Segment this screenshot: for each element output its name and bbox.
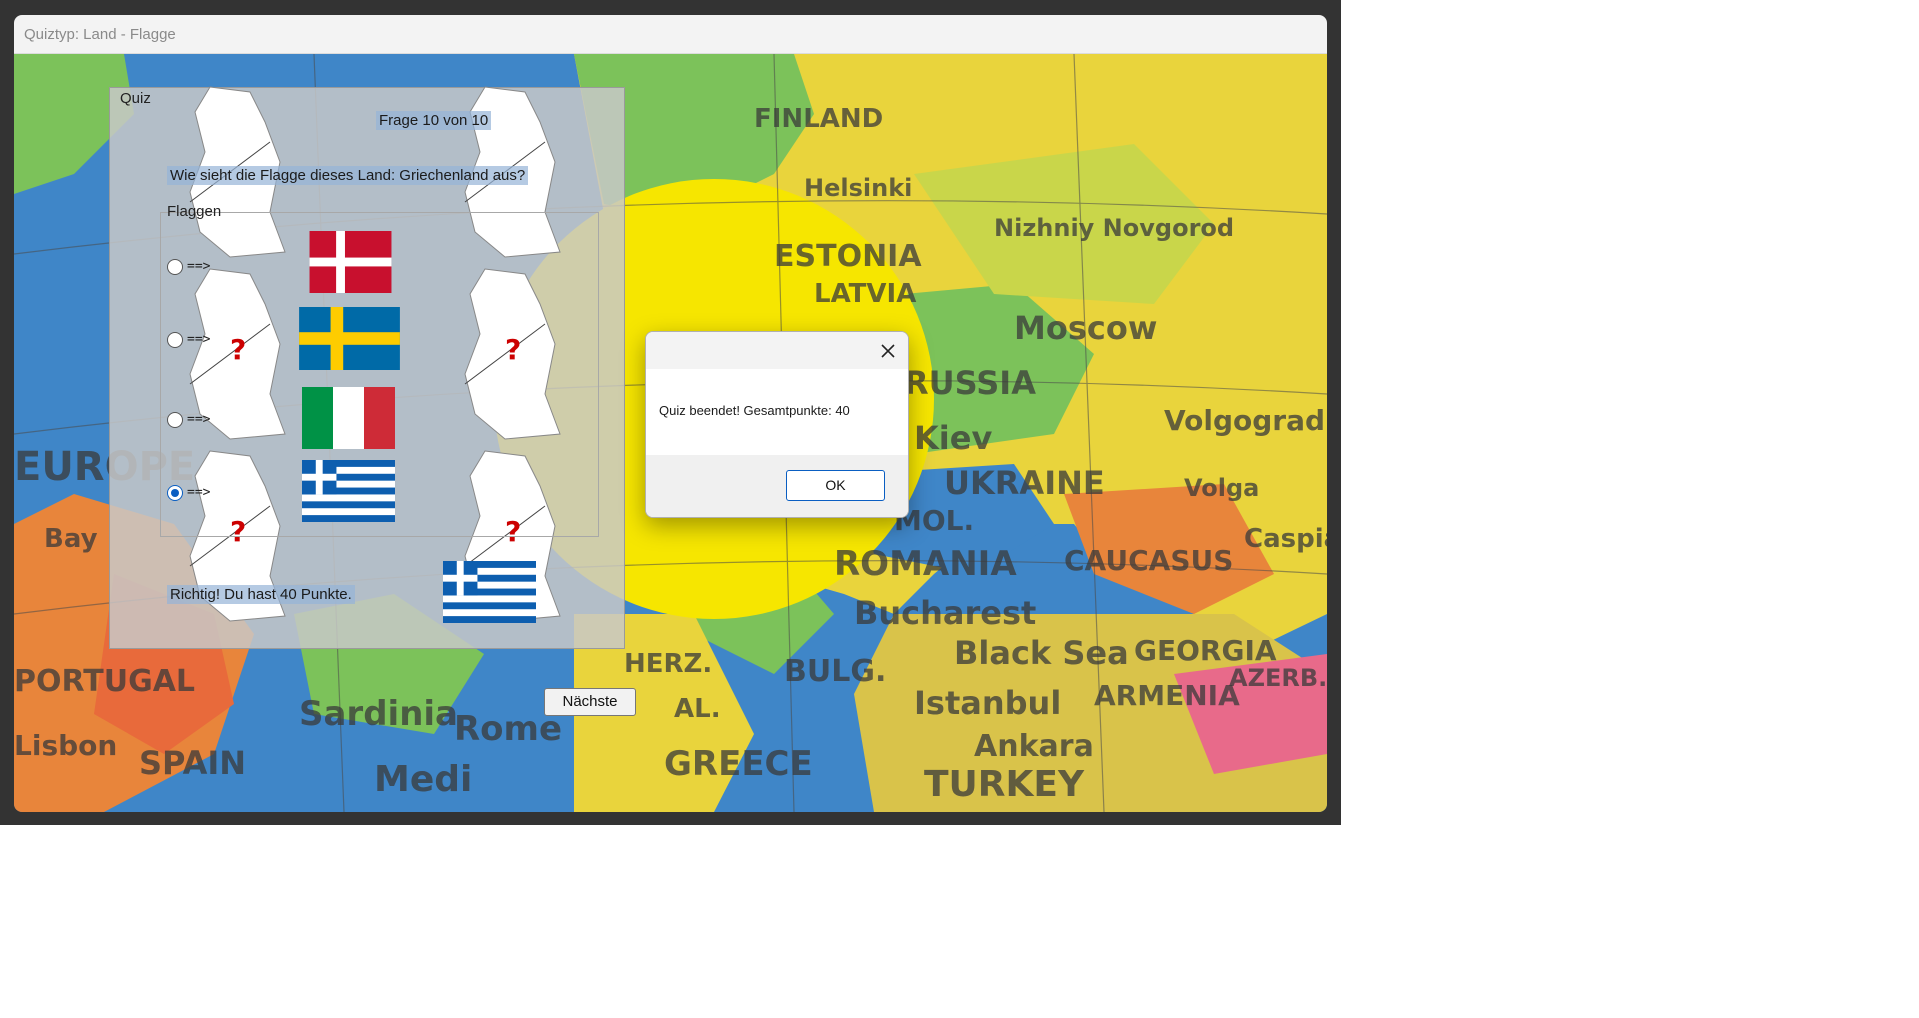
- ok-button[interactable]: OK: [786, 470, 885, 501]
- close-icon[interactable]: [880, 343, 896, 359]
- map-label: Bay: [44, 524, 98, 554]
- question-text: Wie sieht die Flagge dieses Land: Griech…: [167, 166, 529, 185]
- map-label: Sardinia: [299, 694, 458, 734]
- italy-flag-icon[interactable]: [302, 387, 395, 449]
- map-label: HERZ.: [624, 649, 713, 679]
- map-label: Moscow: [1014, 309, 1158, 347]
- feedback-text: Richtig! Du hast 40 Punkte.: [167, 585, 355, 604]
- window-title: Quiztyp: Land - Flagge: [24, 26, 176, 43]
- dialog-message: Quiz beendet! Gesamtpunkte: 40: [659, 403, 850, 418]
- map-label: Volgograd: [1164, 404, 1326, 437]
- next-button[interactable]: Nächste: [544, 688, 636, 716]
- flag-options-label: Flaggen: [167, 203, 222, 220]
- quiz-group-title: Quiz: [120, 90, 151, 107]
- map-label: Helsinki: [804, 174, 913, 202]
- map-label: ESTONIA: [774, 239, 922, 274]
- option-radio-sweden[interactable]: [167, 332, 183, 348]
- option-radio-italy[interactable]: [167, 412, 183, 428]
- map-label: CAUCASUS: [1064, 544, 1234, 577]
- map-label: Nizhniy Novgorod: [994, 214, 1235, 242]
- map-label: RUSSIA: [904, 364, 1036, 402]
- map-label: AL.: [674, 694, 721, 724]
- map-label: PORTUGAL: [14, 664, 196, 699]
- map-label: TURKEY: [924, 764, 1085, 805]
- map-label: Ankara: [974, 729, 1094, 764]
- option-radio-denmark[interactable]: [167, 259, 183, 275]
- option-radio-greece[interactable]: [167, 485, 183, 501]
- denmark-flag-icon[interactable]: [309, 231, 392, 293]
- desktop-frame: Quiztyp: Land - Flagge FINLAND Helsinki …: [0, 0, 1341, 825]
- map-label: ARMENIA: [1094, 679, 1240, 712]
- map-label: Volga: [1184, 474, 1260, 502]
- map-label: Medi: [374, 759, 473, 800]
- map-label: BULG.: [784, 654, 887, 689]
- map-label: UKRAINE: [944, 464, 1105, 502]
- app-window: Quiztyp: Land - Flagge FINLAND Helsinki …: [14, 15, 1327, 812]
- map-label: FINLAND: [754, 104, 884, 134]
- map-label: GREECE: [664, 744, 813, 784]
- map-label: Bucharest: [854, 594, 1037, 632]
- map-label: GEORGIA: [1134, 634, 1277, 667]
- map-label: SPAIN: [139, 744, 247, 782]
- map-label: LATVIA: [814, 279, 917, 309]
- map-label: Lisbon: [14, 729, 118, 762]
- sweden-flag-icon[interactable]: [299, 307, 400, 370]
- map-label: Black Sea: [954, 634, 1129, 672]
- greece-flag-icon[interactable]: [302, 460, 395, 522]
- option-arrow: ==>: [187, 259, 211, 274]
- option-arrow: ==>: [187, 332, 211, 347]
- dialog-body: Quiz beendet! Gesamtpunkte: 40: [646, 369, 908, 455]
- dialog-header[interactable]: [646, 332, 908, 369]
- title-bar[interactable]: Quiztyp: Land - Flagge: [14, 15, 1327, 54]
- map-label: ROMANIA: [834, 544, 1017, 584]
- question-counter: Frage 10 von 10: [376, 111, 492, 130]
- map-label: AZERB.: [1229, 664, 1327, 692]
- map-label: Caspian Sea: [1244, 524, 1327, 554]
- map-label: Kiev: [914, 419, 993, 457]
- result-dialog: Quiz beendet! Gesamtpunkte: 40 OK: [645, 331, 909, 518]
- option-arrow: ==>: [187, 412, 211, 427]
- dialog-footer: OK: [646, 455, 908, 517]
- map-label: Istanbul: [914, 684, 1062, 722]
- quiz-panel: ? ? ? ? Quiz Frage 10 von 10 Wie sieht d…: [109, 86, 625, 649]
- option-arrow: ==>: [187, 485, 211, 500]
- answer-greece-flag-icon: [443, 561, 536, 623]
